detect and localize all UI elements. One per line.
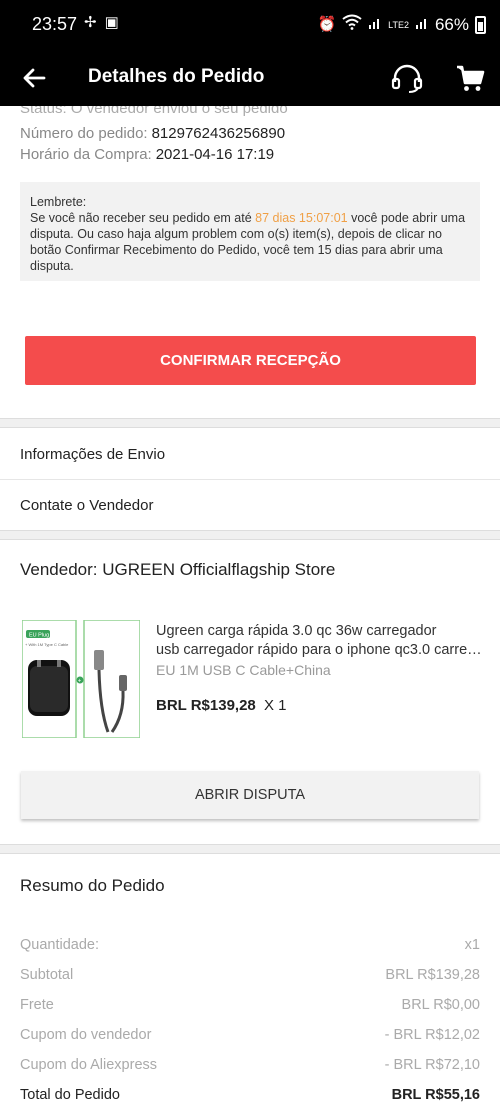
product-quantity: X 1 [263,697,287,714]
signal-icon [368,15,382,34]
product-variant: EU 1M USB C Cable+China [156,662,331,678]
summary-row-total: Total do Pedido BRL R$55,16 [20,1087,480,1103]
summary-row-subtotal: Subtotal BRL R$139,28 [20,967,480,983]
summary-value: BRL R$0,00 [401,997,480,1013]
product-title-line1: Ugreen carga rápida 3.0 qc 36w carregado… [156,623,437,639]
total-value: BRL R$55,16 [391,1087,480,1103]
page-title: Detalhes do Pedido [88,66,265,87]
purchase-time-row: Horário da Compra: 2021-04-16 17:19 [20,146,274,163]
summary-row-shipping: Frete BRL R$0,00 [20,997,480,1013]
open-dispute-button[interactable]: ABRIR DISPUTA [21,771,479,819]
status-bar: 23:57 ✢ ▣ ⏰ LTE2 66% [0,0,500,50]
order-number-value: 8129762436256890 [151,125,286,142]
summary-value: - BRL R$72,10 [384,1057,480,1073]
status-left-icons: ✢ ▣ [84,14,119,32]
pinwheel-icon: ✢ [84,14,97,31]
product-title[interactable]: Ugreen carga rápida 3.0 qc 36w carregado… [156,622,486,660]
svg-text:+: + [78,678,82,684]
product-image[interactable]: EU Plug + With 1M Type C Cable + [21,619,141,739]
cart-icon[interactable] [454,62,486,94]
product-price: BRL R$139,28 [156,697,256,714]
summary-title: Resumo do Pedido [20,876,165,895]
product-price-row: BRL R$139,28 X 1 [156,697,286,714]
battery-percent: 66% [434,14,469,34]
order-number-row: Número do pedido: 8129762436256890 [20,125,285,142]
summary-value: - BRL R$12,02 [384,1027,480,1043]
confirm-reception-button[interactable]: CONFIRMAR RECEPÇÃO [25,336,476,385]
purchase-time-label: Horário da Compra: [20,146,152,163]
summary-row-quantity: Quantidade: x1 [20,937,480,953]
status-right-icons: ⏰ LTE2 66% [317,14,486,35]
summary-row-seller-coupon: Cupom do vendedor - BRL R$12,02 [20,1027,480,1043]
app-bar: Detalhes do Pedido [0,50,500,106]
product-title-line2: usb carregador rápido para o iphone qc3.… [156,642,486,658]
purchase-time-value: 2021-04-16 17:19 [155,146,275,163]
image-badge-text: EU Plug [29,633,49,639]
countdown-timer: 87 dias 15:07:01 [255,211,348,225]
lte-label: LTE2 [388,19,409,30]
alarm-icon: ⏰ [317,15,337,33]
total-label: Total do Pedido [20,1087,120,1103]
section-divider [0,530,500,540]
summary-label: Cupom do Aliexpress [20,1057,158,1073]
seller-name[interactable]: Vendedor: UGREEN Officialflagship Store [20,560,335,580]
clock: 23:57 [32,14,78,34]
summary-label: Cupom do vendedor [20,1027,152,1043]
section-divider [0,844,500,854]
image-caption-text: + With 1M Type C Cable [25,642,69,647]
summary-row-aliexpress-coupon: Cupom do Aliexpress - BRL R$72,10 [20,1057,480,1073]
reminder-text: Se você não receber seu pedido em até 87… [30,210,470,274]
summary-label: Quantidade: [20,937,100,953]
shipping-info-link[interactable]: Informações de Envio [0,429,500,479]
summary-value: x1 [464,937,480,953]
reminder-title: Lembrete: [30,195,87,209]
summary-label: Subtotal [20,967,74,983]
summary-label: Frete [20,997,54,1013]
summary-value: BRL R$139,28 [385,967,480,983]
battery-icon [475,15,486,34]
wifi-icon [342,14,362,35]
back-arrow-icon[interactable] [18,62,50,94]
headset-support-icon[interactable] [390,62,424,94]
gallery-icon: ▣ [104,14,119,31]
order-number-label: Número do pedido: [20,125,148,142]
section-divider [0,418,500,428]
signal-icon-2 [415,15,429,34]
contact-seller-link[interactable]: Contate o Vendedor [0,480,500,530]
reminder-box: Lembrete: Se você não receber seu pedido… [20,182,480,281]
reminder-text-start: Se você não receber seu pedido em até [30,211,256,225]
